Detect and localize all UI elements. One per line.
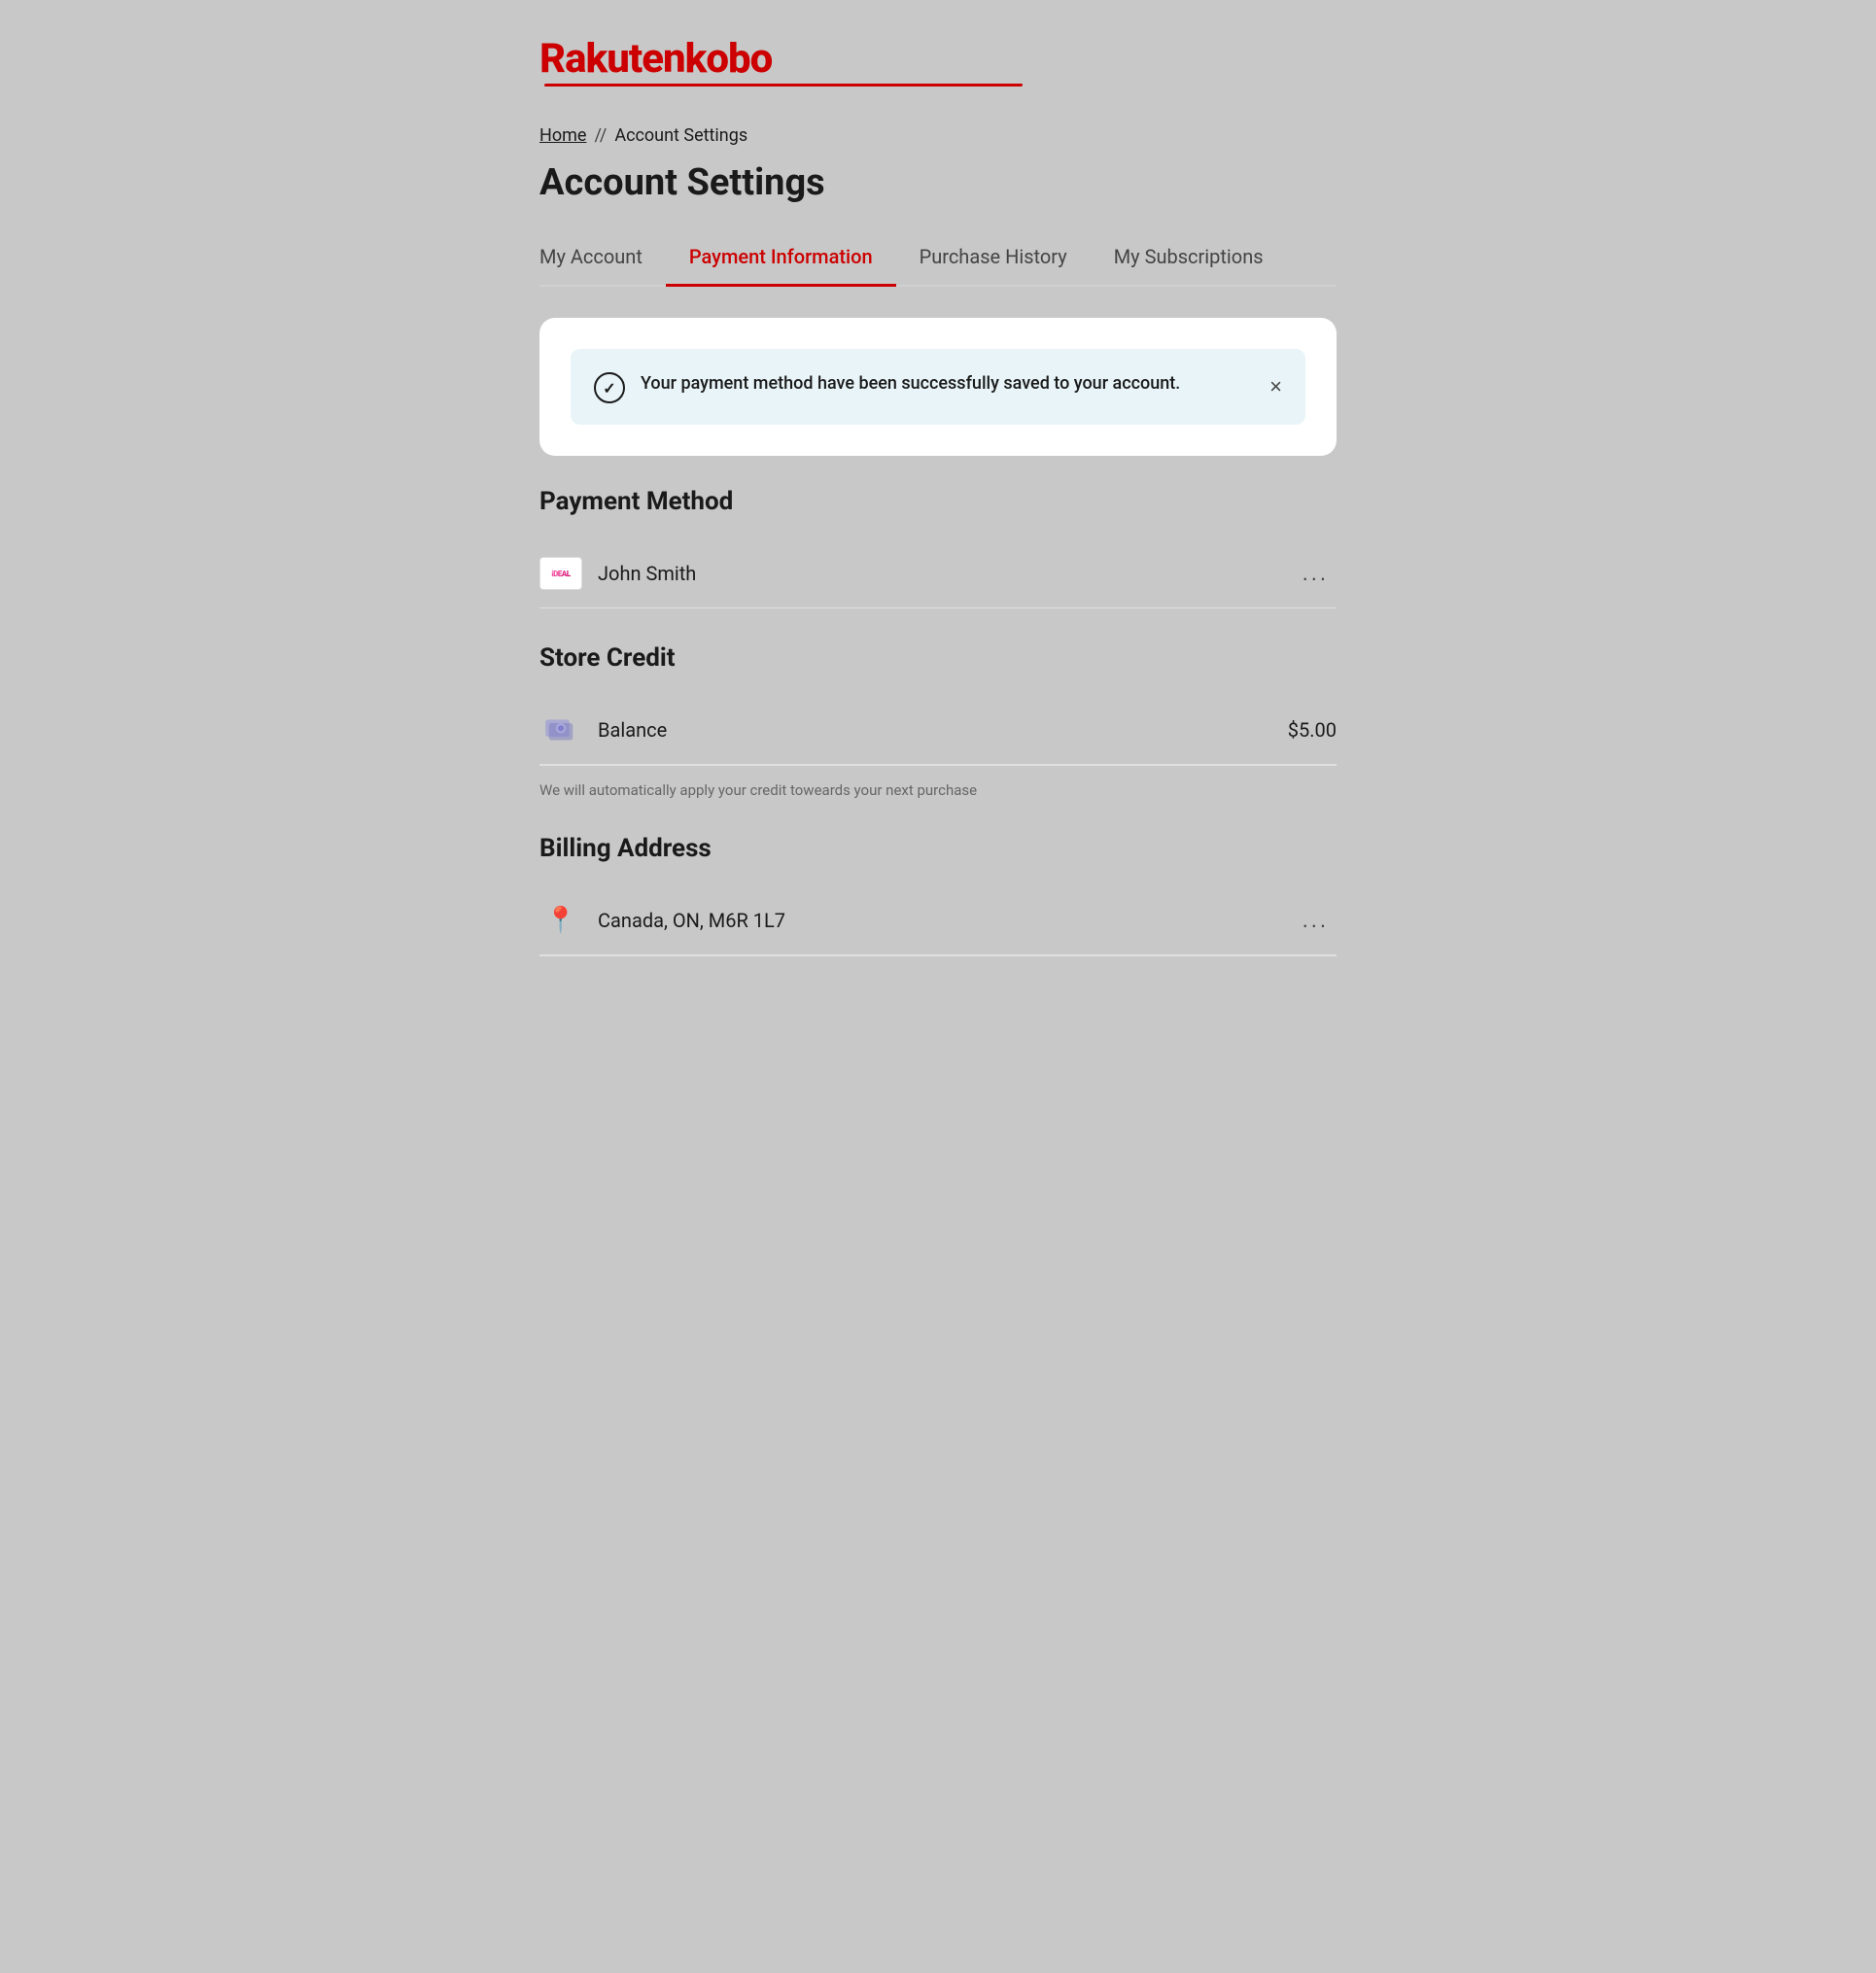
logo: Rakutenkobo <box>539 39 1337 87</box>
tabs-container: My Account Payment Information Purchase … <box>539 231 1337 287</box>
store-credit-icon <box>539 713 582 746</box>
tab-my-subscriptions[interactable]: My Subscriptions <box>1091 231 1287 287</box>
billing-divider <box>539 955 1337 956</box>
breadcrumb-separator: // <box>594 125 607 146</box>
store-credit-amount: $5.00 <box>1288 718 1337 742</box>
billing-address-title: Billing Address <box>539 834 1337 863</box>
store-credit-section: Store Credit Balance $5.00 We will autom… <box>539 643 1337 799</box>
billing-address-more-button[interactable]: ... <box>1295 904 1337 937</box>
tab-payment-information[interactable]: Payment Information <box>666 231 896 287</box>
success-icon <box>594 372 625 403</box>
breadcrumb-current: Account Settings <box>614 125 747 146</box>
tab-my-account[interactable]: My Account <box>539 231 666 287</box>
close-banner-button[interactable]: × <box>1269 376 1282 398</box>
billing-address-item: 📍 Canada, ON, M6R 1L7 ... <box>539 886 1337 955</box>
divider <box>539 765 1337 766</box>
success-message: Your payment method have been successful… <box>641 370 1254 397</box>
logo-kobo: kobo <box>685 35 773 83</box>
payment-method-title: Payment Method <box>539 487 1337 516</box>
content-card: Your payment method have been successful… <box>539 318 1337 456</box>
payment-holder-name: John Smith <box>598 562 1279 585</box>
breadcrumb-home[interactable]: Home <box>539 125 586 146</box>
store-credit-label: Balance <box>598 718 1272 742</box>
store-credit-title: Store Credit <box>539 643 1337 673</box>
tab-purchase-history[interactable]: Purchase History <box>896 231 1091 287</box>
page-title: Account Settings <box>539 161 1337 204</box>
store-credit-item: Balance $5.00 <box>539 696 1337 765</box>
payment-item: iDEAL John Smith ... <box>539 539 1337 608</box>
store-credit-note: We will automatically apply your credit … <box>539 778 1337 799</box>
location-icon: 📍 <box>539 904 582 937</box>
billing-address-value: Canada, ON, M6R 1L7 <box>598 909 1279 932</box>
ideal-payment-icon: iDEAL <box>539 557 582 590</box>
payment-more-button[interactable]: ... <box>1295 557 1337 590</box>
breadcrumb: Home // Account Settings <box>539 125 1337 146</box>
logo-underline <box>544 84 1024 87</box>
success-banner: Your payment method have been successful… <box>571 349 1305 425</box>
billing-address-section: Billing Address 📍 Canada, ON, M6R 1L7 ..… <box>539 834 1337 956</box>
logo-rakuten: Rakuten <box>539 35 685 83</box>
payment-method-section: Payment Method iDEAL John Smith ... <box>539 487 1337 608</box>
